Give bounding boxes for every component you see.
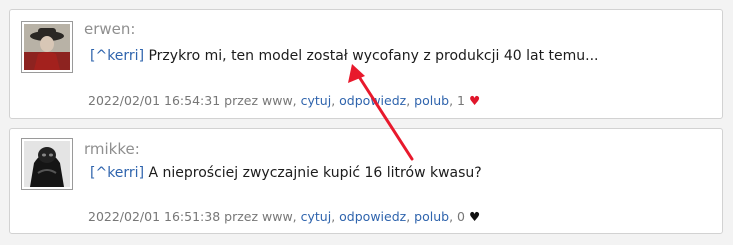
comment-meta: 2022/02/01 16:54:31 przez www, cytuj, od… — [88, 93, 481, 108]
comment-author[interactable]: rmikke: — [84, 140, 140, 158]
comment-text: [^kerri] A nieprościej zwyczajnie kupić … — [90, 165, 482, 181]
quote-link[interactable]: cytuj — [301, 93, 332, 108]
quote-link[interactable]: cytuj — [301, 209, 332, 224]
reply-link[interactable]: odpowiedz — [339, 209, 406, 224]
comment-timestamp: 2022/02/01 16:51:38 przez www, — [88, 209, 297, 224]
comments-page: erwen: [^kerri] Przykro mi, ten model zo… — [0, 0, 733, 245]
like-count: 1 — [457, 93, 465, 108]
comment-card: erwen: [^kerri] Przykro mi, ten model zo… — [9, 9, 723, 119]
like-link[interactable]: polub — [414, 209, 449, 224]
comment-text: [^kerri] Przykro mi, ten model został wy… — [90, 48, 598, 64]
reply-to-link[interactable]: [^kerri] — [90, 48, 144, 64]
avatar[interactable] — [21, 21, 73, 73]
comment-timestamp: 2022/02/01 16:54:31 przez www, — [88, 93, 297, 108]
comment-author[interactable]: erwen: — [84, 20, 135, 38]
comment-body: A nieprościej zwyczajnie kupić 16 litrów… — [144, 165, 482, 181]
like-link[interactable]: polub — [414, 93, 449, 108]
comment-card: rmikke: [^kerri] A nieprościej zwyczajni… — [9, 128, 723, 234]
heart-icon: ♥ — [468, 93, 481, 108]
comment-body: Przykro mi, ten model został wycofany z … — [144, 48, 599, 64]
heart-icon: ♥ — [468, 209, 481, 224]
comment-meta: 2022/02/01 16:51:38 przez www, cytuj, od… — [88, 209, 481, 224]
reply-to-link[interactable]: [^kerri] — [90, 165, 144, 181]
like-count: 0 — [457, 209, 465, 224]
reply-link[interactable]: odpowiedz — [339, 93, 406, 108]
avatar[interactable] — [21, 138, 73, 190]
